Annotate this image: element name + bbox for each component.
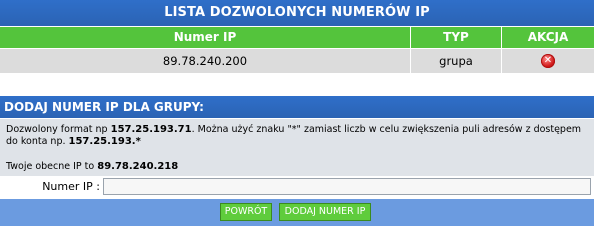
cell-ip: 89.78.240.200 (0, 49, 410, 73)
cell-type: grupa (411, 49, 501, 73)
ip-field-row: Numer IP : (0, 177, 594, 197)
table-row: 89.78.240.200 grupa (0, 49, 594, 73)
column-header-action: AKCJA (502, 27, 594, 48)
current-ip-line: Twoje obecne IP to 89.78.240.218 (6, 161, 178, 173)
column-header-type: TYP (411, 27, 501, 48)
ip-field-label: Numer IP : (42, 180, 100, 193)
delete-icon[interactable]: ✕ (541, 54, 555, 68)
ip-whitelist-panel: LISTA DOZWOLONYCH NUMERÓW IP Numer IP TY… (0, 0, 594, 226)
info-prefix: Dozwolony format np (6, 124, 111, 135)
column-header-ip: Numer IP (0, 27, 410, 48)
current-ip-value: 89.78.240.218 (97, 161, 179, 172)
add-ip-button[interactable]: DODAJ NUMER IP (279, 203, 371, 221)
ip-input[interactable] (103, 178, 591, 195)
add-section-title: DODAJ NUMER IP DLA GRUPY: (0, 96, 594, 118)
button-bar: POWRÓT DODAJ NUMER IP (0, 199, 594, 226)
info-example-2: 157.25.193.* (68, 136, 141, 147)
spacer (0, 74, 594, 96)
table-header: Numer IP TYP AKCJA (0, 27, 594, 48)
format-info: Dozwolony format np 157.25.193.71. Można… (0, 119, 594, 176)
info-example-1: 157.25.193.71 (110, 124, 192, 135)
current-ip-label: Twoje obecne IP to (6, 161, 98, 172)
back-button[interactable]: POWRÓT (220, 203, 272, 221)
page-title: LISTA DOZWOLONYCH NUMERÓW IP (0, 0, 594, 26)
